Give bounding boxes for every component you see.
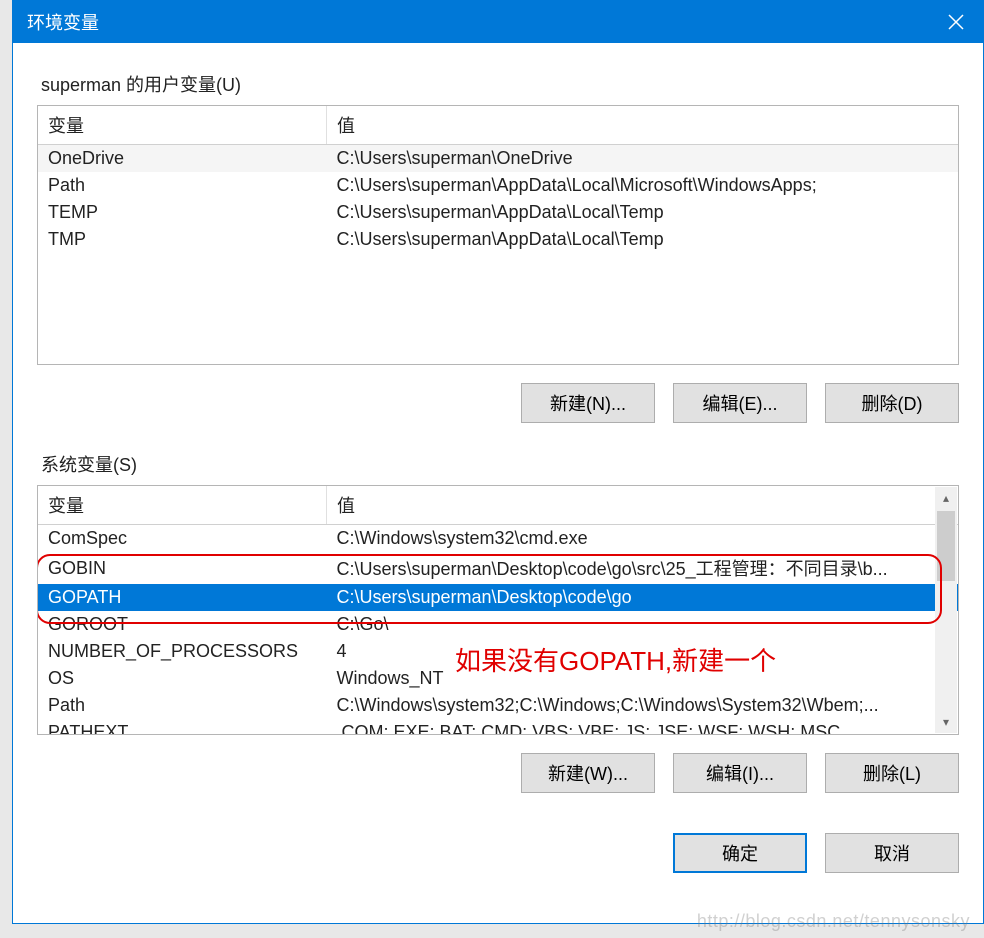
table-row[interactable]: OneDriveC:\Users\superman\OneDrive xyxy=(38,145,958,173)
table-row[interactable]: OSWindows_NT xyxy=(38,665,958,692)
scroll-down-icon[interactable]: ▾ xyxy=(935,711,957,733)
dialog-title: 环境变量 xyxy=(27,9,99,35)
user-vars-label: superman 的用户变量(U) xyxy=(41,71,959,97)
user-new-button[interactable]: 新建(N)... xyxy=(521,383,655,423)
watermark: http://blog.csdn.net/tennysonsky xyxy=(697,911,970,932)
table-row[interactable]: PathC:\Windows\system32;C:\Windows;C:\Wi… xyxy=(38,692,958,719)
sys-col-value[interactable]: 值 xyxy=(327,486,959,525)
sys-vars-group: 系统变量(S) 变量 值 ComSpecC:\Windows\system32\… xyxy=(37,451,959,793)
user-col-variable[interactable]: 变量 xyxy=(38,106,327,145)
scrollbar[interactable]: ▴ ▾ xyxy=(935,487,957,733)
table-row[interactable]: PathC:\Users\superman\AppData\Local\Micr… xyxy=(38,172,958,199)
user-delete-button[interactable]: 删除(D) xyxy=(825,383,959,423)
cancel-button[interactable]: 取消 xyxy=(825,833,959,873)
scrollbar-thumb[interactable] xyxy=(937,511,955,581)
table-row[interactable]: ComSpecC:\Windows\system32\cmd.exe xyxy=(38,525,958,553)
sys-vars-list[interactable]: 变量 值 ComSpecC:\Windows\system32\cmd.exe … xyxy=(37,485,959,735)
user-vars-list[interactable]: 变量 值 OneDriveC:\Users\superman\OneDrive … xyxy=(37,105,959,365)
scroll-up-icon[interactable]: ▴ xyxy=(935,487,957,509)
sys-delete-button[interactable]: 删除(L) xyxy=(825,753,959,793)
table-row[interactable]: GOBINC:\Users\superman\Desktop\code\go\s… xyxy=(38,552,958,584)
table-row-selected[interactable]: GOPATHC:\Users\superman\Desktop\code\go xyxy=(38,584,958,611)
titlebar: 环境变量 xyxy=(13,1,983,43)
table-row[interactable]: TEMPC:\Users\superman\AppData\Local\Temp xyxy=(38,199,958,226)
table-row[interactable]: NUMBER_OF_PROCESSORS4 xyxy=(38,638,958,665)
close-button[interactable] xyxy=(929,1,983,43)
user-vars-group: superman 的用户变量(U) 变量 值 OneDriveC:\Users\… xyxy=(37,71,959,423)
table-row[interactable]: PATHEXT.COM;.EXE;.BAT;.CMD;.VBS;.VBE;.JS… xyxy=(38,719,958,735)
sys-edit-button[interactable]: 编辑(I)... xyxy=(673,753,807,793)
table-row[interactable]: GOROOTC:\Go\ xyxy=(38,611,958,638)
sys-vars-label: 系统变量(S) xyxy=(41,451,959,477)
table-row[interactable]: TMPC:\Users\superman\AppData\Local\Temp xyxy=(38,226,958,253)
user-col-value[interactable]: 值 xyxy=(327,106,959,145)
user-edit-button[interactable]: 编辑(E)... xyxy=(673,383,807,423)
sys-col-variable[interactable]: 变量 xyxy=(38,486,327,525)
ok-button[interactable]: 确定 xyxy=(673,833,807,873)
env-vars-dialog: 环境变量 superman 的用户变量(U) 变量 值 OneDriveC:\U… xyxy=(12,0,984,924)
sys-new-button[interactable]: 新建(W)... xyxy=(521,753,655,793)
close-icon xyxy=(948,14,964,30)
